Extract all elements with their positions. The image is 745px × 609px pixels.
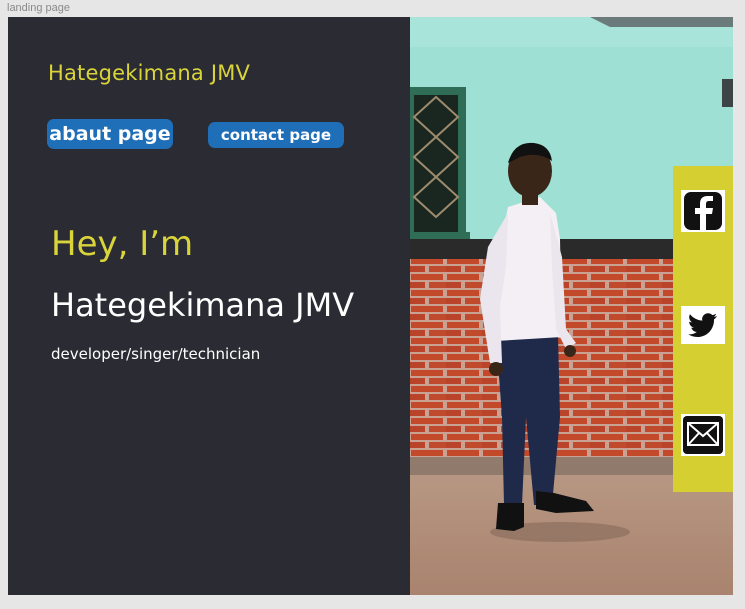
twitter-icon[interactable] — [681, 306, 725, 344]
landing-page-frame: Hategekimana JMV abaut page contact page… — [8, 17, 733, 595]
social-bar — [673, 166, 733, 492]
hero-roles: developer/singer/technician — [51, 345, 261, 363]
facebook-icon[interactable] — [681, 190, 725, 232]
left-panel: Hategekimana JMV abaut page contact page… — [8, 17, 410, 595]
mail-icon[interactable] — [681, 414, 725, 456]
hero-name: Hategekimana JMV — [51, 286, 355, 324]
about-page-button[interactable]: abaut page — [47, 119, 173, 149]
hero-greeting: Hey, I’m — [51, 224, 194, 264]
frame-label: landing page — [7, 2, 71, 14]
brand-name: Hategekimana JMV — [48, 61, 251, 85]
contact-page-button[interactable]: contact page — [208, 122, 344, 148]
